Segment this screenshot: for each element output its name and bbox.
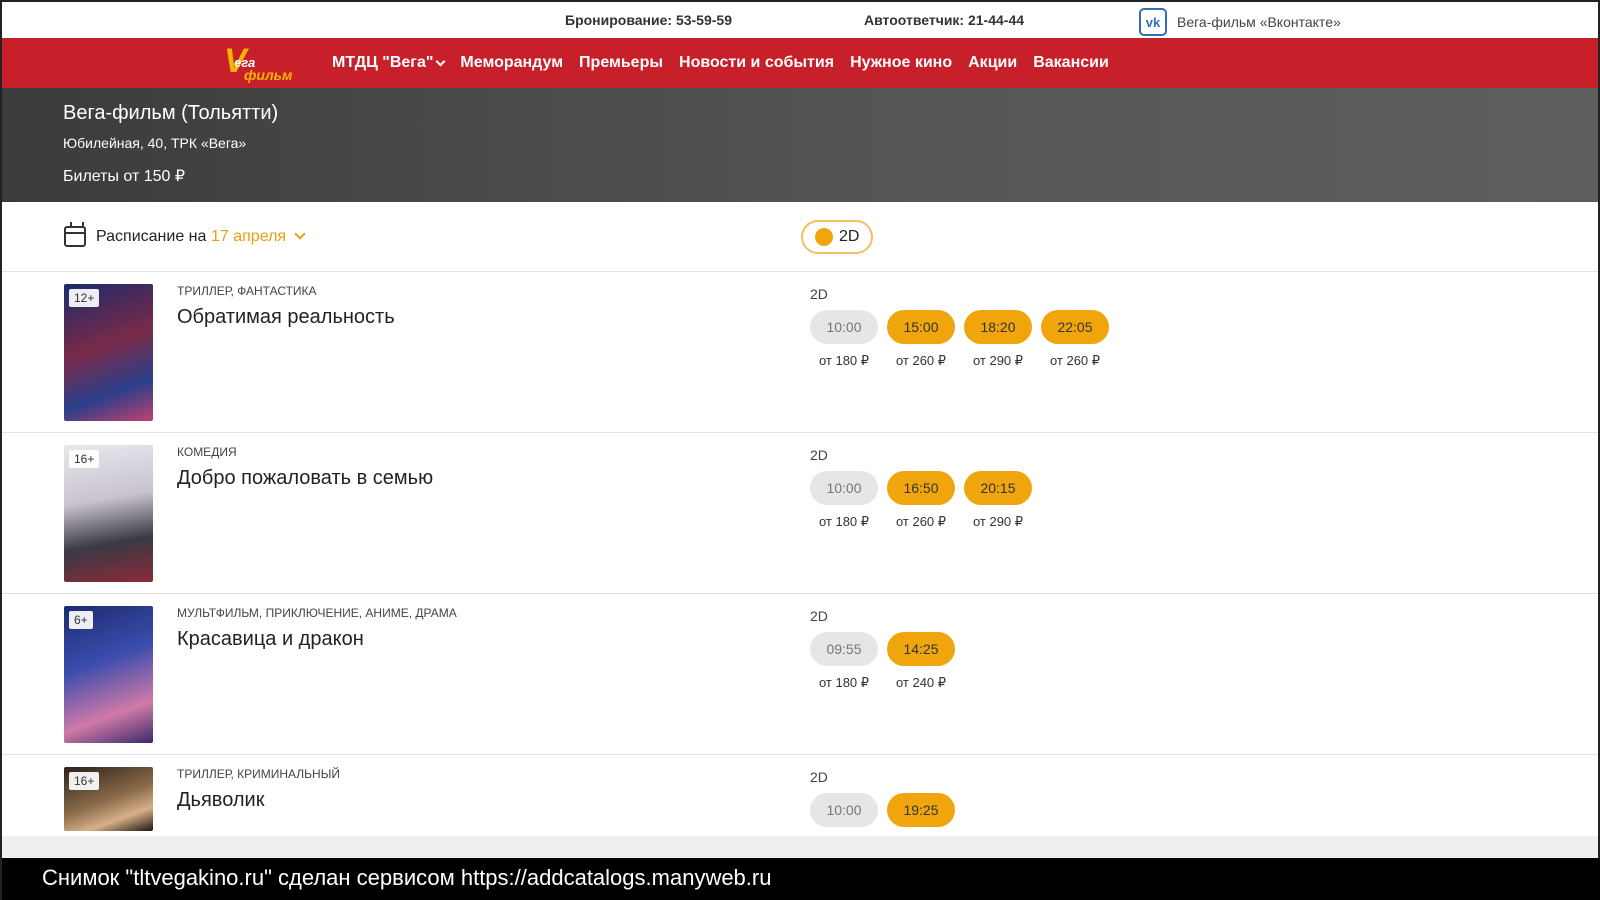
age-rating-badge: 6+: [69, 611, 93, 629]
showtime-button[interactable]: 18:20: [964, 310, 1032, 344]
nav-item-news[interactable]: Новости и события: [679, 54, 834, 72]
footer-strip: [2, 836, 1598, 858]
movie-poster[interactable]: 16+: [64, 767, 153, 831]
schedule-bar: Расписание на 17 апреля 2D: [2, 202, 1598, 272]
chevron-down-icon: [435, 56, 446, 66]
movie-genre: МУЛЬТФИЛЬМ, ПРИКЛЮЧЕНИЕ, АНИМЕ, ДРАМА: [177, 606, 457, 620]
chevron-down-icon[interactable]: [294, 228, 306, 240]
movie-title[interactable]: Добро пожаловать в семью: [177, 467, 433, 490]
format-filter-2d[interactable]: 2D: [801, 220, 873, 254]
showtime-button[interactable]: 15:00: [887, 310, 955, 344]
showtime-slot: 18:20 от 290 ₽: [964, 310, 1032, 369]
showtime-price: от 180 ₽: [818, 514, 870, 529]
movie-poster[interactable]: 16+: [64, 445, 153, 582]
movie-genre: ТРИЛЛЕР, ФАНТАСТИКА: [177, 284, 317, 298]
movie-format: 2D: [810, 608, 828, 624]
page: Бронирование: 53-59-59 Автоответчик: 21-…: [0, 0, 1600, 900]
age-rating-badge: 16+: [69, 450, 100, 468]
showtime-price: от 260 ₽: [895, 514, 947, 529]
showtime-slot: 16:50 от 260 ₽: [887, 471, 955, 530]
showtime-button[interactable]: 10:00: [810, 793, 878, 827]
showtime-price: от 260 ₽: [895, 353, 947, 368]
toggle-dot-icon: [815, 228, 833, 246]
showtime-slot: 20:15 от 290 ₽: [964, 471, 1032, 530]
movie-format: 2D: [810, 769, 828, 785]
main-nav: V ега фильм МТДЦ "Вега" Меморандум Премь…: [2, 38, 1598, 88]
showtime-price: от 260 ₽: [1049, 353, 1101, 368]
vk-link-label: Вега-фильм «Вконтакте»: [1177, 14, 1341, 30]
showtime-button[interactable]: 14:25: [887, 632, 955, 666]
movie-row: 16+ ТРИЛЛЕР, КРИМИНАЛЬНЫЙ Дьяволик 2D 10…: [2, 755, 1598, 836]
movie-row: 12+ ТРИЛЛЕР, ФАНТАСТИКА Обратимая реальн…: [2, 272, 1598, 433]
nav-item-mtdc-vega[interactable]: МТДЦ "Вега": [332, 54, 446, 72]
ticket-price: Билеты от 150 ₽: [63, 168, 186, 185]
schedule-label: Расписание на: [96, 228, 207, 245]
showtimes: 09:55 от 180 ₽ 14:25 от 240 ₽: [810, 632, 955, 691]
movie-title[interactable]: Дьяволик: [177, 789, 264, 812]
age-rating-badge: 12+: [69, 289, 100, 307]
nav-item-needed-movies[interactable]: Нужное кино: [850, 54, 952, 72]
showtime-slot: 22:05 от 260 ₽: [1041, 310, 1109, 369]
cinema-address: Юбилейная, 40, ТРК «Вега»: [63, 135, 247, 151]
showtime-slot: 14:25 от 240 ₽: [887, 632, 955, 691]
vk-icon: vk: [1139, 8, 1167, 36]
movie-poster[interactable]: 6+: [64, 606, 153, 743]
movie-format: 2D: [810, 447, 828, 463]
booking-phone[interactable]: Бронирование: 53-59-59: [565, 12, 732, 28]
nav-menu: МТДЦ "Вега" Меморандум Премьеры Новости …: [332, 38, 1109, 88]
cinema-header: Вега-фильм (Тольятти) Юбилейная, 40, ТРК…: [2, 88, 1598, 202]
showtimes: 10:00 от 180 ₽ 15:00 от 260 ₽ 18:20 от 2…: [810, 310, 1109, 369]
showtime-price: от 290 ₽: [972, 514, 1024, 529]
showtimes: 10:00 19:25: [810, 793, 955, 836]
top-info-bar: Бронирование: 53-59-59 Автоответчик: 21-…: [2, 2, 1598, 38]
screenshot-caption: Снимок "tltvegakino.ru" сделан сервисом …: [2, 858, 1600, 900]
showtime-button[interactable]: 10:00: [810, 310, 878, 344]
showtime-slot: 10:00 от 180 ₽: [810, 471, 878, 530]
cinema-title: Вега-фильм (Тольятти): [63, 102, 279, 124]
showtimes: 10:00 от 180 ₽ 16:50 от 260 ₽ 20:15 от 2…: [810, 471, 1032, 530]
calendar-icon: [64, 222, 86, 247]
showtime-button[interactable]: 09:55: [810, 632, 878, 666]
showtime-button[interactable]: 19:25: [887, 793, 955, 827]
showtime-price: от 180 ₽: [818, 675, 870, 690]
showtime-price: от 180 ₽: [818, 353, 870, 368]
showtime-slot: 09:55 от 180 ₽: [810, 632, 878, 691]
movie-poster[interactable]: 12+: [64, 284, 153, 421]
nav-item-promotions[interactable]: Акции: [968, 54, 1017, 72]
nav-item-premieres[interactable]: Премьеры: [579, 54, 663, 72]
date-selector[interactable]: 17 апреля: [211, 228, 286, 246]
showtime-slot: 10:00 от 180 ₽: [810, 310, 878, 369]
showtime-slot: 10:00: [810, 793, 878, 836]
vk-link[interactable]: vk Вега-фильм «Вконтакте»: [1139, 8, 1341, 36]
answering-phone[interactable]: Автоответчик: 21-44-44: [864, 12, 1024, 28]
movie-title[interactable]: Обратимая реальность: [177, 306, 395, 329]
showtime-button[interactable]: 22:05: [1041, 310, 1109, 344]
movie-row: 6+ МУЛЬТФИЛЬМ, ПРИКЛЮЧЕНИЕ, АНИМЕ, ДРАМА…: [2, 594, 1598, 755]
showtime-slot: 19:25: [887, 793, 955, 836]
showtime-price: от 290 ₽: [972, 353, 1024, 368]
showtime-button[interactable]: 16:50: [887, 471, 955, 505]
nav-item-vacancies[interactable]: Вакансии: [1033, 54, 1109, 72]
showtime-button[interactable]: 10:00: [810, 471, 878, 505]
showtime-button[interactable]: 20:15: [964, 471, 1032, 505]
nav-item-memorandum[interactable]: Меморандум: [460, 54, 563, 72]
movie-format: 2D: [810, 286, 828, 302]
movie-genre: ТРИЛЛЕР, КРИМИНАЛЬНЫЙ: [177, 767, 340, 781]
age-rating-badge: 16+: [69, 772, 100, 790]
site-logo[interactable]: V ега фильм: [224, 43, 298, 83]
showtime-slot: 15:00 от 260 ₽: [887, 310, 955, 369]
movie-row: 16+ КОМЕДИЯ Добро пожаловать в семью 2D …: [2, 433, 1598, 594]
movie-genre: КОМЕДИЯ: [177, 445, 237, 459]
movie-title[interactable]: Красавица и дракон: [177, 628, 364, 651]
showtime-price: от 240 ₽: [895, 675, 947, 690]
